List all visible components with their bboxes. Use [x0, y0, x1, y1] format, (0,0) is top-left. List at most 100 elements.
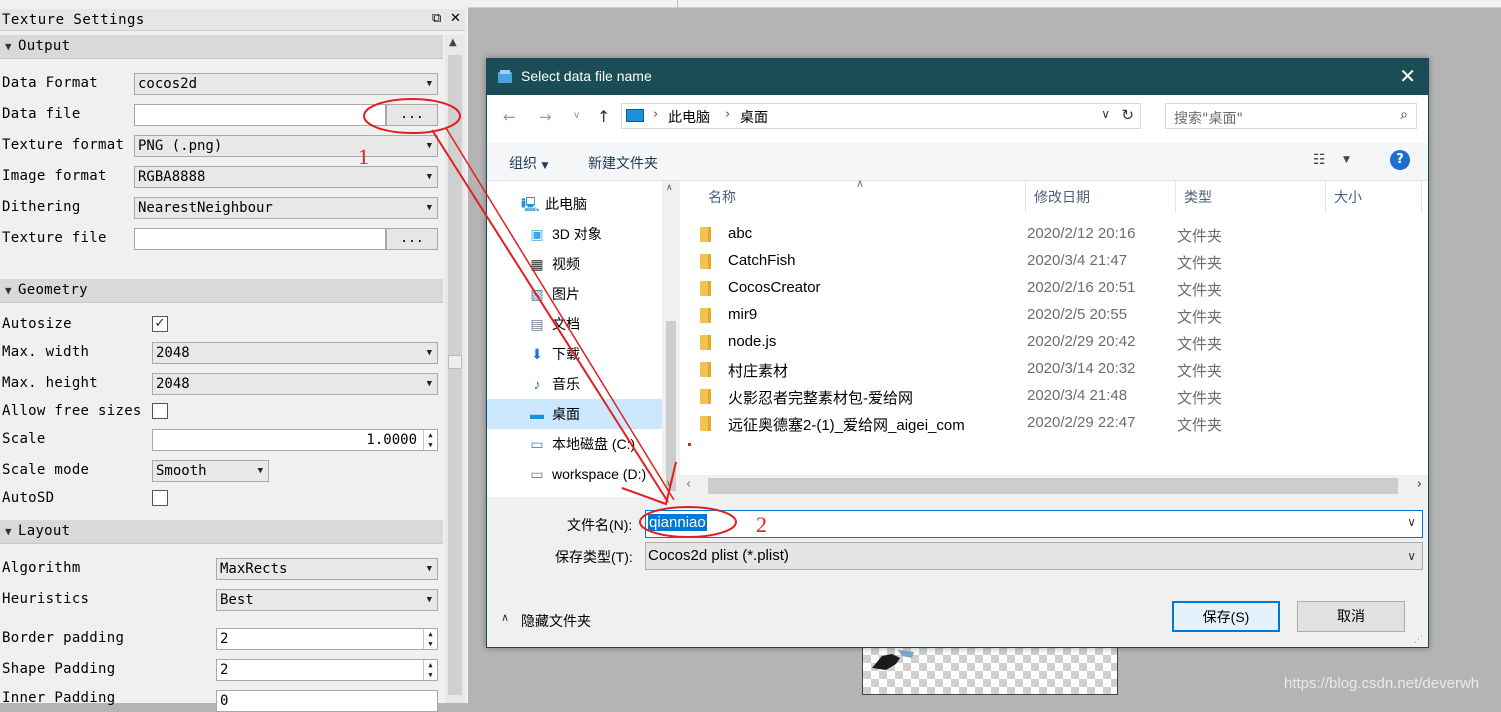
spin-arrows-icon[interactable]: ▲ ▼: [423, 430, 437, 450]
algorithm-select[interactable]: MaxRects ▼: [216, 558, 438, 580]
file-row[interactable]: mir9 2020/2/5 20:55 文件夹: [680, 302, 1420, 329]
close-icon[interactable]: ✕: [1399, 64, 1416, 88]
breadcrumb-desktop[interactable]: 桌面: [740, 107, 768, 127]
nav-item-documents[interactable]: ▤ 文档: [522, 309, 662, 339]
scroll-left-icon[interactable]: ‹: [686, 477, 691, 492]
autosd-checkbox[interactable]: [152, 490, 168, 506]
nav-item-pictures[interactable]: ▧ 图片: [522, 279, 662, 309]
nav-item-this-pc[interactable]: 🖳 此电脑: [515, 189, 655, 219]
forward-arrow-icon[interactable]: →: [539, 108, 552, 126]
organize-button[interactable]: 组织 ▼: [509, 153, 548, 173]
spin-arrows-icon[interactable]: ▲ ▼: [423, 660, 437, 680]
help-icon[interactable]: ?: [1390, 150, 1410, 170]
dropdown-arrow-icon: ▼: [426, 203, 432, 213]
search-icon[interactable]: ⌕: [1400, 107, 1408, 123]
address-dropdown-icon[interactable]: ∨: [1101, 107, 1110, 121]
section-layout[interactable]: ▼ Layout: [0, 520, 443, 544]
scroll-down-icon[interactable]: ∨: [666, 479, 673, 489]
cancel-button[interactable]: 取消: [1297, 601, 1405, 632]
inner-padding-spinbox[interactable]: 0: [216, 690, 438, 712]
column-header-type[interactable]: 类型: [1176, 181, 1326, 213]
file-row[interactable]: abc 2020/2/12 20:16 文件夹: [680, 221, 1420, 248]
view-dropdown-icon[interactable]: ▼: [1343, 155, 1350, 165]
column-header-name[interactable]: 名称: [700, 181, 1026, 213]
file-row[interactable]: 远征奥德塞2-(1)_爱给网_aigei_com 2020/2/29 22:47 文…: [680, 410, 1420, 437]
restore-icon[interactable]: ⧉: [432, 11, 441, 26]
collapse-arrow-icon[interactable]: ▼: [5, 284, 12, 297]
spin-arrows-icon[interactable]: ▲ ▼: [423, 629, 437, 649]
scrollbar-grip[interactable]: [448, 355, 462, 369]
shape-padding-spinbox[interactable]: 2 ▲ ▼: [216, 659, 438, 681]
nav-item-downloads[interactable]: ⬇ 下载: [522, 339, 662, 369]
nav-item-label: 图片: [552, 286, 580, 302]
section-output[interactable]: ▼ Output: [0, 35, 443, 59]
heuristics-value: Best: [220, 592, 254, 608]
scrollbar-thumb[interactable]: [448, 55, 462, 695]
nav-item-drive-c[interactable]: ▭ 本地磁盘 (C:): [522, 429, 662, 459]
dropdown-arrow-icon[interactable]: ∨: [1407, 515, 1416, 529]
file-row[interactable]: node.js 2020/2/29 20:42 文件夹: [680, 329, 1420, 356]
save-button[interactable]: 保存(S): [1172, 601, 1280, 632]
refresh-icon[interactable]: ↻: [1121, 106, 1134, 124]
scroll-up-icon[interactable]: ∧: [666, 183, 673, 193]
max-width-select[interactable]: 2048 ▼: [152, 342, 438, 364]
hide-folders-toggle[interactable]: 隐藏文件夹: [521, 611, 591, 631]
computer-icon: [626, 109, 644, 122]
column-header-size[interactable]: 大小: [1326, 181, 1422, 213]
navigation-scrollbar[interactable]: ∧ ∨: [662, 181, 680, 497]
collapse-arrow-icon[interactable]: ▼: [5, 525, 12, 538]
allow-free-sizes-checkbox[interactable]: [152, 403, 168, 419]
file-row[interactable]: 火影忍者完整素材包-爱给网 2020/3/4 21:48 文件夹: [680, 383, 1420, 410]
data-file-input[interactable]: [134, 104, 386, 126]
file-row[interactable]: CocosCreator 2020/2/16 20:51 文件夹: [680, 275, 1420, 302]
image-format-select[interactable]: RGBA8888 ▼: [134, 166, 438, 188]
file-name: 远征奥德塞2-(1)_爱给网_aigei_com: [728, 417, 965, 434]
texture-file-browse-button[interactable]: ...: [386, 228, 438, 250]
breadcrumb-this-pc[interactable]: 此电脑: [668, 107, 710, 127]
collapse-arrow-icon[interactable]: ▼: [5, 40, 12, 53]
view-options-icon[interactable]: ☷: [1313, 152, 1326, 168]
heuristics-select[interactable]: Best ▼: [216, 589, 438, 611]
address-bar[interactable]: › 此电脑 › 桌面 ∨ ↻: [621, 103, 1141, 129]
scrollbar-thumb[interactable]: [666, 321, 676, 491]
autosize-checkbox[interactable]: ✓: [152, 316, 168, 332]
heuristics-label: Heuristics: [2, 591, 90, 607]
scroll-right-icon[interactable]: ›: [1417, 477, 1422, 492]
max-height-select[interactable]: 2048 ▼: [152, 373, 438, 395]
nav-item-drive-d[interactable]: ▭ workspace (D:): [522, 459, 662, 489]
chevron-up-icon[interactable]: ∧: [501, 611, 509, 624]
scale-mode-select[interactable]: Smooth ▼: [152, 460, 269, 482]
border-padding-spinbox[interactable]: 2 ▲ ▼: [216, 628, 438, 650]
new-folder-button[interactable]: 新建文件夹: [588, 153, 658, 173]
dithering-select[interactable]: NearestNeighbour ▼: [134, 197, 438, 219]
file-name: abc: [728, 225, 753, 242]
column-header-date[interactable]: 修改日期: [1026, 181, 1176, 213]
horizontal-scrollbar[interactable]: ‹ ›: [680, 475, 1428, 497]
document-icon: ▤: [530, 316, 544, 332]
close-icon[interactable]: ✕: [450, 11, 461, 26]
recent-locations-icon[interactable]: ∨: [573, 110, 580, 121]
nav-item-desktop[interactable]: ▬ 桌面: [487, 399, 662, 429]
scroll-up-icon[interactable]: ▲: [449, 37, 457, 48]
breadcrumb-separator-icon: ›: [653, 107, 659, 122]
texture-file-input[interactable]: [134, 228, 386, 250]
resize-grip-icon[interactable]: ⋰: [1414, 635, 1423, 645]
nav-item-music[interactable]: ♪ 音乐: [522, 369, 662, 399]
nav-item-videos[interactable]: ▦ 视频: [522, 249, 662, 279]
up-arrow-icon[interactable]: ↑: [597, 107, 610, 126]
texture-format-select[interactable]: PNG (.png) ▼: [134, 135, 438, 157]
section-geometry[interactable]: ▼ Geometry: [0, 279, 443, 303]
data-file-browse-button[interactable]: ...: [386, 104, 438, 126]
nav-item-3d-objects[interactable]: ▣ 3D 对象: [522, 219, 662, 249]
filename-input[interactable]: qianniao ∨: [645, 510, 1423, 538]
file-row[interactable]: CatchFish 2020/3/4 21:47 文件夹: [680, 248, 1420, 275]
back-arrow-icon[interactable]: ←: [503, 108, 516, 126]
file-row[interactable]: 村庄素材 2020/3/14 20:32 文件夹: [680, 356, 1420, 383]
file-name: CatchFish: [728, 252, 796, 269]
search-box[interactable]: 搜索"桌面" ⌕: [1165, 103, 1417, 129]
filetype-select[interactable]: Cocos2d plist (*.plist) ∨: [645, 542, 1423, 570]
data-format-select[interactable]: cocos2d ▼: [134, 73, 438, 95]
scale-spinbox[interactable]: 1.0000 ▲ ▼: [152, 429, 438, 451]
panel-scrollbar[interactable]: ▲: [445, 35, 465, 703]
scrollbar-thumb[interactable]: [708, 478, 1398, 494]
